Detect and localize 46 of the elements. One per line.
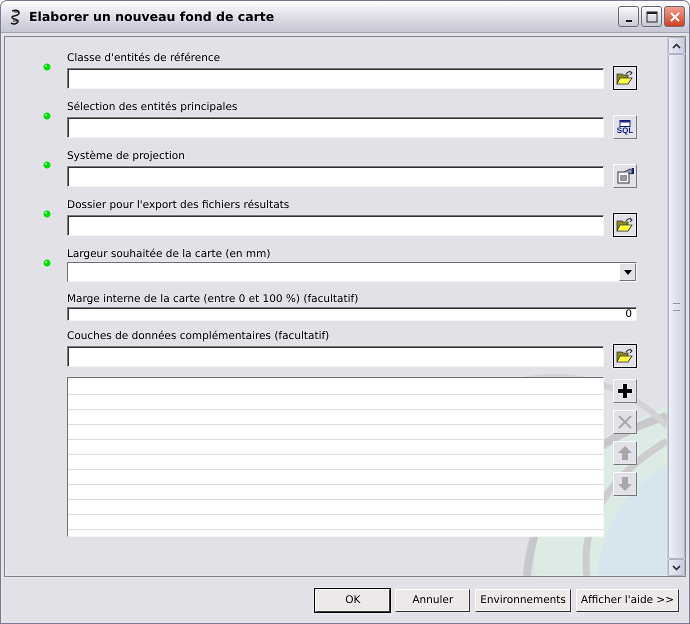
input-field[interactable] bbox=[67, 214, 604, 236]
input-field[interactable] bbox=[67, 166, 604, 186]
input-field[interactable] bbox=[67, 346, 604, 366]
browse-button[interactable] bbox=[613, 213, 637, 237]
browse-button[interactable] bbox=[613, 344, 637, 368]
document-icon bbox=[616, 168, 634, 184]
script-icon bbox=[9, 8, 23, 24]
dialog-button[interactable]: Annuler bbox=[395, 588, 470, 612]
close-icon bbox=[668, 10, 680, 22]
field-label: Couches de données complémentaires (facultatif) bbox=[67, 329, 330, 343]
chevron-down-icon bbox=[672, 564, 681, 570]
dialog-button[interactable]: Afficher l'aide >> bbox=[576, 588, 679, 612]
window-icon bbox=[618, 120, 631, 126]
field-label: Système de projection bbox=[67, 149, 186, 163]
cross-icon bbox=[617, 414, 633, 430]
field-label: Classe d'entités de référence bbox=[67, 51, 222, 65]
maximize-icon bbox=[646, 10, 658, 22]
properties-button[interactable] bbox=[613, 164, 637, 188]
caret-icon bbox=[624, 270, 632, 274]
field-label: Sélection des entités principales bbox=[67, 100, 238, 114]
input-field[interactable] bbox=[67, 116, 604, 138]
field-label: Largeur souhaitée de la carte (en mm) bbox=[67, 247, 272, 261]
input-field[interactable] bbox=[67, 68, 604, 88]
folder-icon bbox=[616, 217, 634, 233]
close-button[interactable] bbox=[664, 6, 685, 27]
minimize-button[interactable] bbox=[618, 6, 639, 27]
plus-icon bbox=[617, 383, 633, 399]
folder-icon bbox=[616, 348, 634, 364]
dropdown-field[interactable] bbox=[67, 262, 637, 282]
field-label: Dossier pour l'export des fichiers résultats bbox=[67, 198, 290, 212]
maximize-button[interactable] bbox=[641, 6, 662, 27]
input-field[interactable]: 0 bbox=[67, 307, 637, 321]
arrow-down-icon bbox=[617, 476, 633, 492]
scrollbar[interactable] bbox=[667, 37, 685, 576]
add-button[interactable] bbox=[613, 379, 637, 403]
folder-icon bbox=[616, 70, 634, 86]
dialog-button[interactable]: Environnements bbox=[475, 588, 571, 612]
sql-label: SQL bbox=[616, 126, 634, 134]
sql-button[interactable]: SQL bbox=[613, 115, 637, 139]
browse-button[interactable] bbox=[613, 66, 637, 90]
chevron-up-icon bbox=[672, 42, 681, 48]
field-label: Marge interne de la carte (entre 0 et 100 %) (facultatif) bbox=[67, 292, 360, 306]
minimize-icon bbox=[626, 20, 632, 22]
window-title: Elaborer un nouveau fond de carte bbox=[29, 9, 276, 24]
dialog-button[interactable]: OK bbox=[315, 588, 390, 612]
arrow-up-icon bbox=[617, 445, 633, 461]
